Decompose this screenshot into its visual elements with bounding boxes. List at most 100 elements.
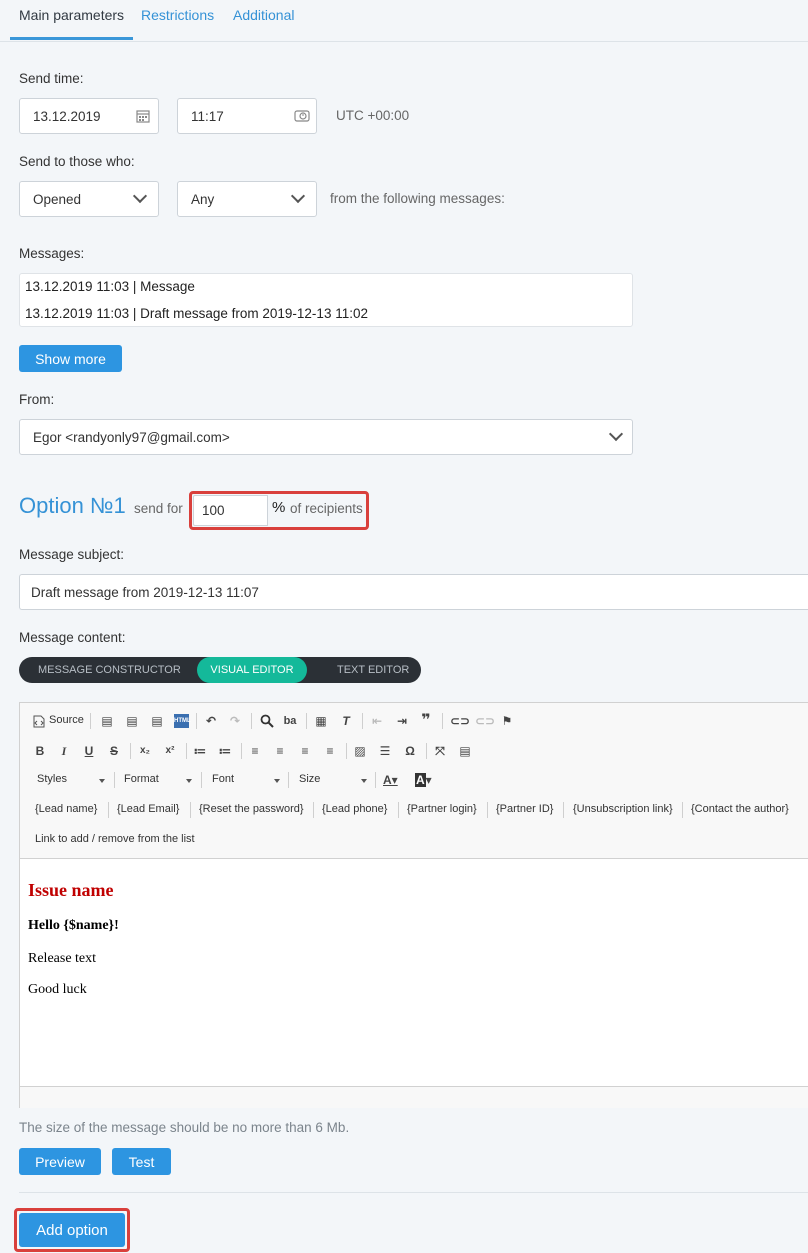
- calendar-icon[interactable]: [136, 109, 150, 123]
- size-dropdown[interactable]: Size: [299, 773, 367, 789]
- list-item[interactable]: 13.12.2019 11:03 | Message: [25, 279, 195, 294]
- show-more-button[interactable]: Show more: [19, 345, 122, 372]
- send-for-label: send for: [134, 501, 183, 516]
- placeholder-lead-name[interactable]: {Lead name}: [35, 803, 97, 815]
- numbered-list-icon[interactable]: ≔: [193, 744, 207, 758]
- size-note: The size of the message should be no mor…: [19, 1120, 350, 1135]
- align-justify-icon[interactable]: ≡: [323, 744, 337, 758]
- paste-html-icon[interactable]: HTML: [174, 714, 191, 728]
- action-select[interactable]: Opened: [19, 181, 159, 217]
- percent-value: 100: [202, 503, 225, 518]
- active-tab-indicator: [10, 37, 133, 40]
- mode-text-editor[interactable]: TEXT EDITOR: [337, 657, 409, 683]
- toolbar-separator: [201, 772, 202, 788]
- editor-status-bar: [20, 1086, 808, 1108]
- format-dropdown[interactable]: Format: [124, 773, 192, 789]
- placeholder-unsubscription-link[interactable]: {Unsubscription link}: [573, 803, 673, 815]
- link-icon[interactable]: ⊂⊃: [450, 714, 470, 728]
- mode-message-constructor[interactable]: MESSAGE CONSTRUCTOR: [38, 657, 181, 683]
- from-select[interactable]: Egor <randyonly97@gmail.com>: [19, 419, 633, 455]
- maximize-icon[interactable]: ⤧: [433, 744, 447, 758]
- remove-format-icon[interactable]: T: [339, 714, 353, 728]
- styles-dropdown[interactable]: Styles: [37, 773, 105, 789]
- text-color-icon[interactable]: A▾: [383, 773, 405, 787]
- font-dropdown[interactable]: Font: [212, 773, 280, 789]
- test-button[interactable]: Test: [112, 1148, 171, 1175]
- redo-icon[interactable]: ↷: [228, 714, 242, 728]
- search-icon[interactable]: [260, 714, 274, 728]
- time-field[interactable]: 11:17: [177, 98, 317, 134]
- toolbar-separator: [196, 713, 197, 729]
- from-value: Egor <randyonly97@gmail.com>: [33, 429, 230, 445]
- align-center-icon[interactable]: ≡: [273, 744, 287, 758]
- toolbar-separator: [426, 743, 427, 759]
- add-option-button[interactable]: Add option: [19, 1213, 125, 1247]
- toolbar-separator: [114, 772, 115, 788]
- placeholder-lead-email[interactable]: {Lead Email}: [117, 803, 179, 815]
- toolbar-separator: [442, 713, 443, 729]
- toolbar-separator: [398, 802, 399, 818]
- anchor-flag-icon[interactable]: ⚑: [500, 714, 514, 728]
- date-field[interactable]: 13.12.2019: [19, 98, 159, 134]
- messages-label: Messages:: [19, 246, 85, 261]
- subject-input[interactable]: Draft message from 2019-12-13 11:07: [19, 574, 808, 610]
- paste-icon[interactable]: ▤: [125, 714, 139, 728]
- toolbar-separator: [251, 713, 252, 729]
- image-icon[interactable]: ▨: [353, 744, 367, 758]
- tab-main-parameters[interactable]: Main parameters: [19, 0, 124, 42]
- placeholder-partner-id[interactable]: {Partner ID}: [496, 803, 553, 815]
- blockquote-icon[interactable]: ❞: [419, 713, 433, 729]
- placeholder-lead-phone[interactable]: {Lead phone}: [322, 803, 387, 815]
- toolbar-separator: [130, 743, 131, 759]
- tab-restrictions[interactable]: Restrictions: [141, 0, 214, 42]
- replace-icon[interactable]: ba: [283, 714, 297, 728]
- select-all-icon[interactable]: ▦: [314, 714, 328, 728]
- placeholder-reset-password[interactable]: {Reset the password}: [199, 803, 304, 815]
- from-label: From:: [19, 392, 55, 407]
- align-right-icon[interactable]: ≡: [298, 744, 312, 758]
- toolbar-separator: [487, 802, 488, 818]
- special-char-icon[interactable]: Ω: [403, 744, 417, 758]
- scope-select[interactable]: Any: [177, 181, 317, 217]
- align-left-icon[interactable]: ≡: [248, 744, 262, 758]
- strikethrough-icon[interactable]: S: [107, 744, 121, 758]
- save-icon[interactable]: ▤: [100, 714, 114, 728]
- unlink-icon[interactable]: ⊂⊃: [475, 714, 495, 728]
- placeholder-contact-author[interactable]: {Contact the author}: [691, 803, 789, 815]
- toolbar-separator: [346, 743, 347, 759]
- placeholder-partner-login[interactable]: {Partner login}: [407, 803, 477, 815]
- list-item[interactable]: 13.12.2019 11:03 | Draft message from 20…: [25, 306, 368, 321]
- issue-heading: Issue name: [28, 880, 114, 900]
- list-link-button[interactable]: Link to add / remove from the list: [35, 833, 195, 845]
- horizontal-line-icon[interactable]: ☰: [378, 744, 392, 758]
- send-to-label: Send to those who:: [19, 154, 135, 169]
- editor-mode-switcher: MESSAGE CONSTRUCTOR VISUAL EDITOR TEXT E…: [19, 657, 421, 683]
- toolbar-separator: [90, 713, 91, 729]
- outdent-icon[interactable]: ⇤: [370, 714, 384, 728]
- preview-button[interactable]: Preview: [19, 1148, 101, 1175]
- size-label: Size: [299, 773, 321, 785]
- editor-content[interactable]: Issue name Hello {$name}! Release text G…: [20, 860, 808, 1086]
- tab-additional[interactable]: Additional: [233, 0, 295, 42]
- good-luck-text: Good luck: [28, 982, 87, 997]
- background-color-icon[interactable]: A▾: [415, 773, 437, 787]
- paste-text-icon[interactable]: ▤: [150, 714, 164, 728]
- mode-visual-editor[interactable]: VISUAL EDITOR: [197, 657, 307, 683]
- superscript-icon[interactable]: x²: [163, 744, 177, 758]
- bold-icon[interactable]: B: [33, 744, 47, 758]
- italic-icon[interactable]: I: [57, 744, 71, 758]
- toolbar-separator: [375, 772, 376, 788]
- indent-icon[interactable]: ⇥: [395, 714, 409, 728]
- undo-icon[interactable]: ↶: [204, 714, 218, 728]
- bulleted-list-icon[interactable]: ≔: [218, 744, 232, 758]
- divider: [19, 1192, 808, 1193]
- subscript-icon[interactable]: x₂: [138, 744, 152, 758]
- underline-icon[interactable]: U: [82, 744, 96, 758]
- source-icon[interactable]: [33, 715, 45, 728]
- show-blocks-icon[interactable]: ▤: [458, 744, 472, 758]
- toolbar-separator: [241, 743, 242, 759]
- clock-icon[interactable]: [294, 109, 310, 123]
- toolbar-separator: [682, 802, 683, 818]
- percent-input[interactable]: 100: [193, 495, 268, 526]
- source-button[interactable]: Source: [49, 714, 84, 726]
